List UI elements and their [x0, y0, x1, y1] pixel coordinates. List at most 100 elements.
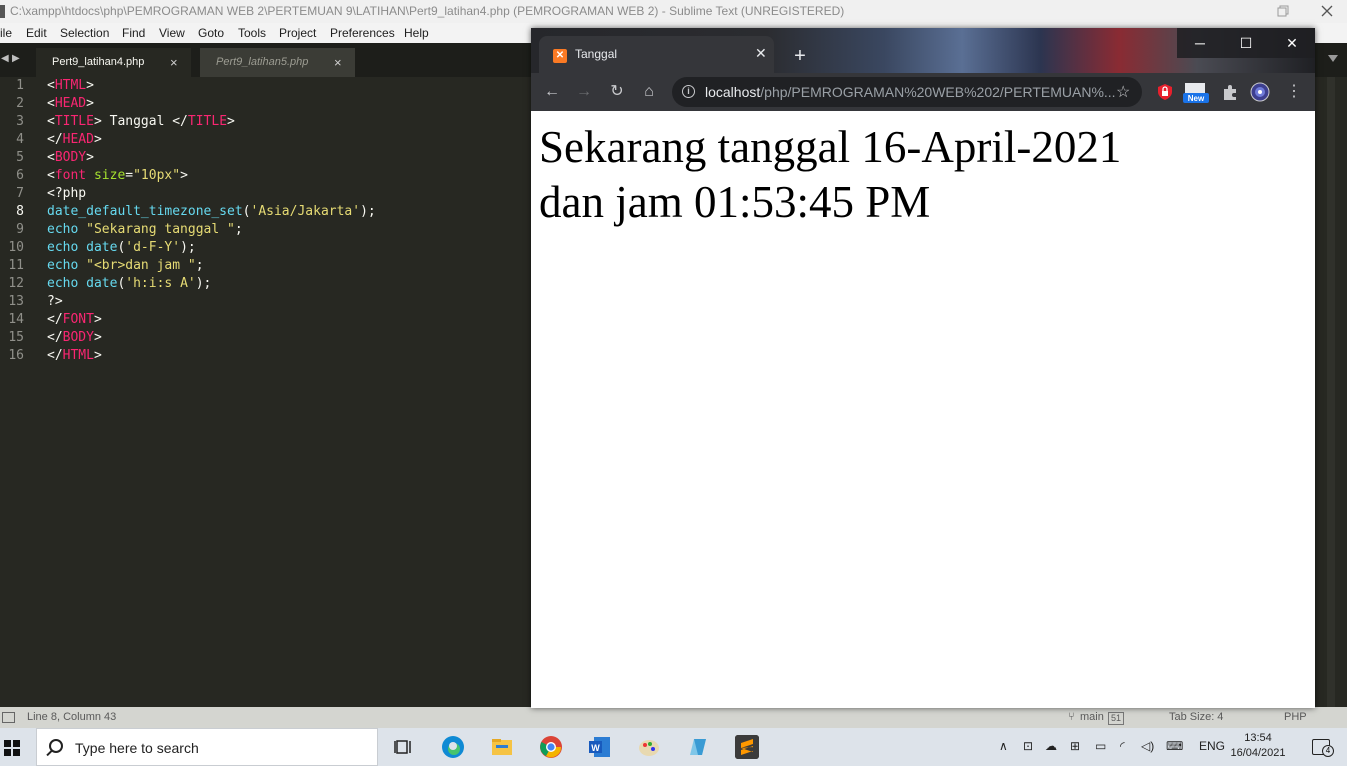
line-number: 4 — [16, 132, 24, 147]
close-browser-icon[interactable]: ✕ — [1269, 28, 1315, 58]
volume-icon[interactable]: ◁) — [1141, 739, 1154, 753]
menu-selection[interactable]: Selection — [60, 23, 109, 43]
line-number: 5 — [16, 150, 24, 165]
windows-taskbar: Type here to search W ∧ ⊡ ☁ ⊞ ▭ ◜ ◁) ⌨ E… — [0, 728, 1347, 766]
sublime-text-app-icon[interactable] — [735, 735, 759, 759]
restore-window-icon[interactable] — [1272, 0, 1294, 23]
tab-scroll-right-icon[interactable]: ▶ — [12, 53, 20, 64]
menu-view[interactable]: View — [159, 23, 185, 43]
wifi-icon[interactable]: ◜ — [1120, 739, 1125, 753]
camera-icon[interactable]: ⊞ — [1070, 739, 1080, 753]
line-number: 2 — [16, 96, 24, 111]
web-page-content: Sekarang tanggal 16-April-2021 dan jam 0… — [531, 111, 1315, 708]
browser-tab-tanggal[interactable]: ✕ Tanggal ✕ — [539, 36, 774, 73]
line-number: 11 — [8, 258, 24, 273]
site-info-icon[interactable]: i — [682, 85, 695, 98]
code-editor[interactable]: 1 <HTML> 2 <HEAD> 3 <TITLE> Tanggal </TITLE… — [0, 77, 531, 707]
news-extension-icon[interactable]: New — [1183, 82, 1209, 103]
line-number: 6 — [16, 168, 24, 183]
line-number: 13 — [8, 294, 24, 309]
time-output-text: dan jam 01:53:45 PM — [539, 177, 931, 227]
xampp-favicon-icon: ✕ — [553, 49, 567, 63]
battery-icon[interactable]: ▭ — [1095, 739, 1106, 753]
chrome-menu-icon[interactable]: ⋮ — [1284, 82, 1304, 102]
edge-browser-icon[interactable] — [441, 735, 465, 759]
git-change-count: 51 — [1108, 712, 1125, 725]
language-indicator[interactable]: ENG — [1199, 739, 1225, 753]
scrollbar-track[interactable] — [1327, 77, 1335, 707]
tab-size[interactable]: Tab Size: 4 — [1169, 707, 1223, 728]
status-bar: Line 8, Column 43 ⑂ main 51 Tab Size: 4 … — [0, 707, 1347, 728]
paint-app-icon[interactable] — [637, 735, 661, 759]
git-branch-icon: ⑂ — [1068, 711, 1075, 723]
back-arrow-icon[interactable]: ← — [542, 82, 562, 102]
tab-label: Pert9_latihan5.php — [216, 56, 309, 68]
tab-label: Pert9_latihan4.php — [52, 56, 145, 68]
sublime-titlebar: C:\xampp\htdocs\php\PEMROGRAMAN WEB 2\PE… — [0, 0, 1347, 23]
minimize-icon[interactable]: ─ — [1177, 28, 1223, 58]
close-tab-icon[interactable]: × — [170, 48, 178, 77]
task-view-icon[interactable] — [392, 735, 416, 759]
home-icon[interactable]: ⌂ — [639, 82, 659, 102]
line-number: 12 — [8, 276, 24, 291]
forward-arrow-icon[interactable]: → — [574, 82, 594, 102]
keyboard-icon[interactable]: ⌨ — [1166, 739, 1183, 753]
security-extension-icon[interactable] — [1155, 82, 1175, 102]
file-explorer-icon[interactable] — [490, 735, 514, 759]
profile-avatar-icon[interactable] — [1250, 82, 1270, 102]
chrome-browser-icon[interactable] — [539, 735, 563, 759]
azure-data-app-icon[interactable] — [686, 735, 710, 759]
search-placeholder: Type here to search — [75, 740, 199, 756]
notification-center-icon[interactable]: 4 — [1312, 739, 1334, 757]
menu-help[interactable]: Help — [404, 23, 429, 43]
new-tab-button[interactable]: + — [789, 45, 811, 67]
url-text: localhost/php/PEMROGRAMAN%20WEB%202/PERT… — [705, 84, 1116, 100]
meet-now-icon[interactable]: ⊡ — [1023, 739, 1033, 753]
close-window-icon[interactable] — [1316, 0, 1338, 23]
taskbar-search[interactable]: Type here to search — [36, 728, 378, 766]
menu-file[interactable]: ile — [0, 23, 12, 43]
reload-icon[interactable]: ↻ — [607, 82, 627, 102]
menu-edit[interactable]: Edit — [26, 23, 47, 43]
line-number: 16 — [8, 348, 24, 363]
sublime-app-icon — [0, 5, 5, 18]
extensions-puzzle-icon[interactable] — [1220, 82, 1240, 102]
word-app-icon[interactable]: W — [588, 735, 612, 759]
address-bar[interactable]: i localhost/php/PEMROGRAMAN%20WEB%202/PE… — [672, 77, 1142, 107]
clock-time: 13:54 — [1244, 732, 1272, 744]
bookmark-star-icon[interactable]: ☆ — [1116, 82, 1130, 102]
menu-find[interactable]: Find — [122, 23, 145, 43]
tray-overflow-icon[interactable]: ∧ — [999, 739, 1008, 753]
menu-tools[interactable]: Tools — [238, 23, 266, 43]
editor-scrollbar[interactable] — [1315, 77, 1347, 707]
onedrive-icon[interactable]: ☁ — [1045, 739, 1057, 753]
notification-count: 4 — [1322, 745, 1334, 757]
chrome-tab-strip: ✕ Tanggal ✕ + ─ ☐ ✕ — [531, 28, 1315, 73]
tab-pert9-latihan5[interactable]: Pert9_latihan5.php × — [200, 48, 355, 77]
browser-toolbar: ← → ↻ ⌂ i localhost/php/PEMROGRAMAN%20WE… — [531, 73, 1315, 111]
menu-goto[interactable]: Goto — [198, 23, 224, 43]
svg-text:New: New — [1188, 94, 1205, 103]
close-browser-tab-icon[interactable]: ✕ — [755, 45, 767, 62]
line-number: 8 — [16, 204, 24, 219]
git-branch[interactable]: main — [1080, 707, 1104, 728]
syntax-mode[interactable]: PHP — [1284, 707, 1307, 728]
tab-list-dropdown-icon[interactable] — [1328, 55, 1338, 62]
search-icon — [49, 739, 63, 753]
windows-start-icon[interactable] — [4, 740, 20, 756]
line-number: 3 — [16, 114, 24, 129]
maximize-icon[interactable]: ☐ — [1223, 28, 1269, 58]
svg-text:W: W — [591, 743, 600, 753]
menu-project[interactable]: Project — [279, 23, 316, 43]
line-number: 15 — [8, 330, 24, 345]
chrome-window: ✕ Tanggal ✕ + ─ ☐ ✕ ← → ↻ ⌂ i localhost/… — [531, 28, 1315, 708]
close-tab-icon[interactable]: × — [334, 48, 342, 77]
menu-preferences[interactable]: Preferences — [330, 23, 395, 43]
cursor-position: Line 8, Column 43 — [27, 711, 117, 723]
tab-pert9-latihan4[interactable]: Pert9_latihan4.php × — [36, 48, 191, 77]
tab-scroll-left-icon[interactable]: ◀ — [1, 53, 9, 64]
taskbar-clock[interactable]: 13:54 16/04/2021 — [1230, 731, 1286, 761]
date-output-text: Sekarang tanggal 16-April-2021 — [539, 122, 1122, 172]
panel-toggle-icon[interactable] — [2, 712, 15, 723]
line-number: 1 — [16, 78, 24, 93]
